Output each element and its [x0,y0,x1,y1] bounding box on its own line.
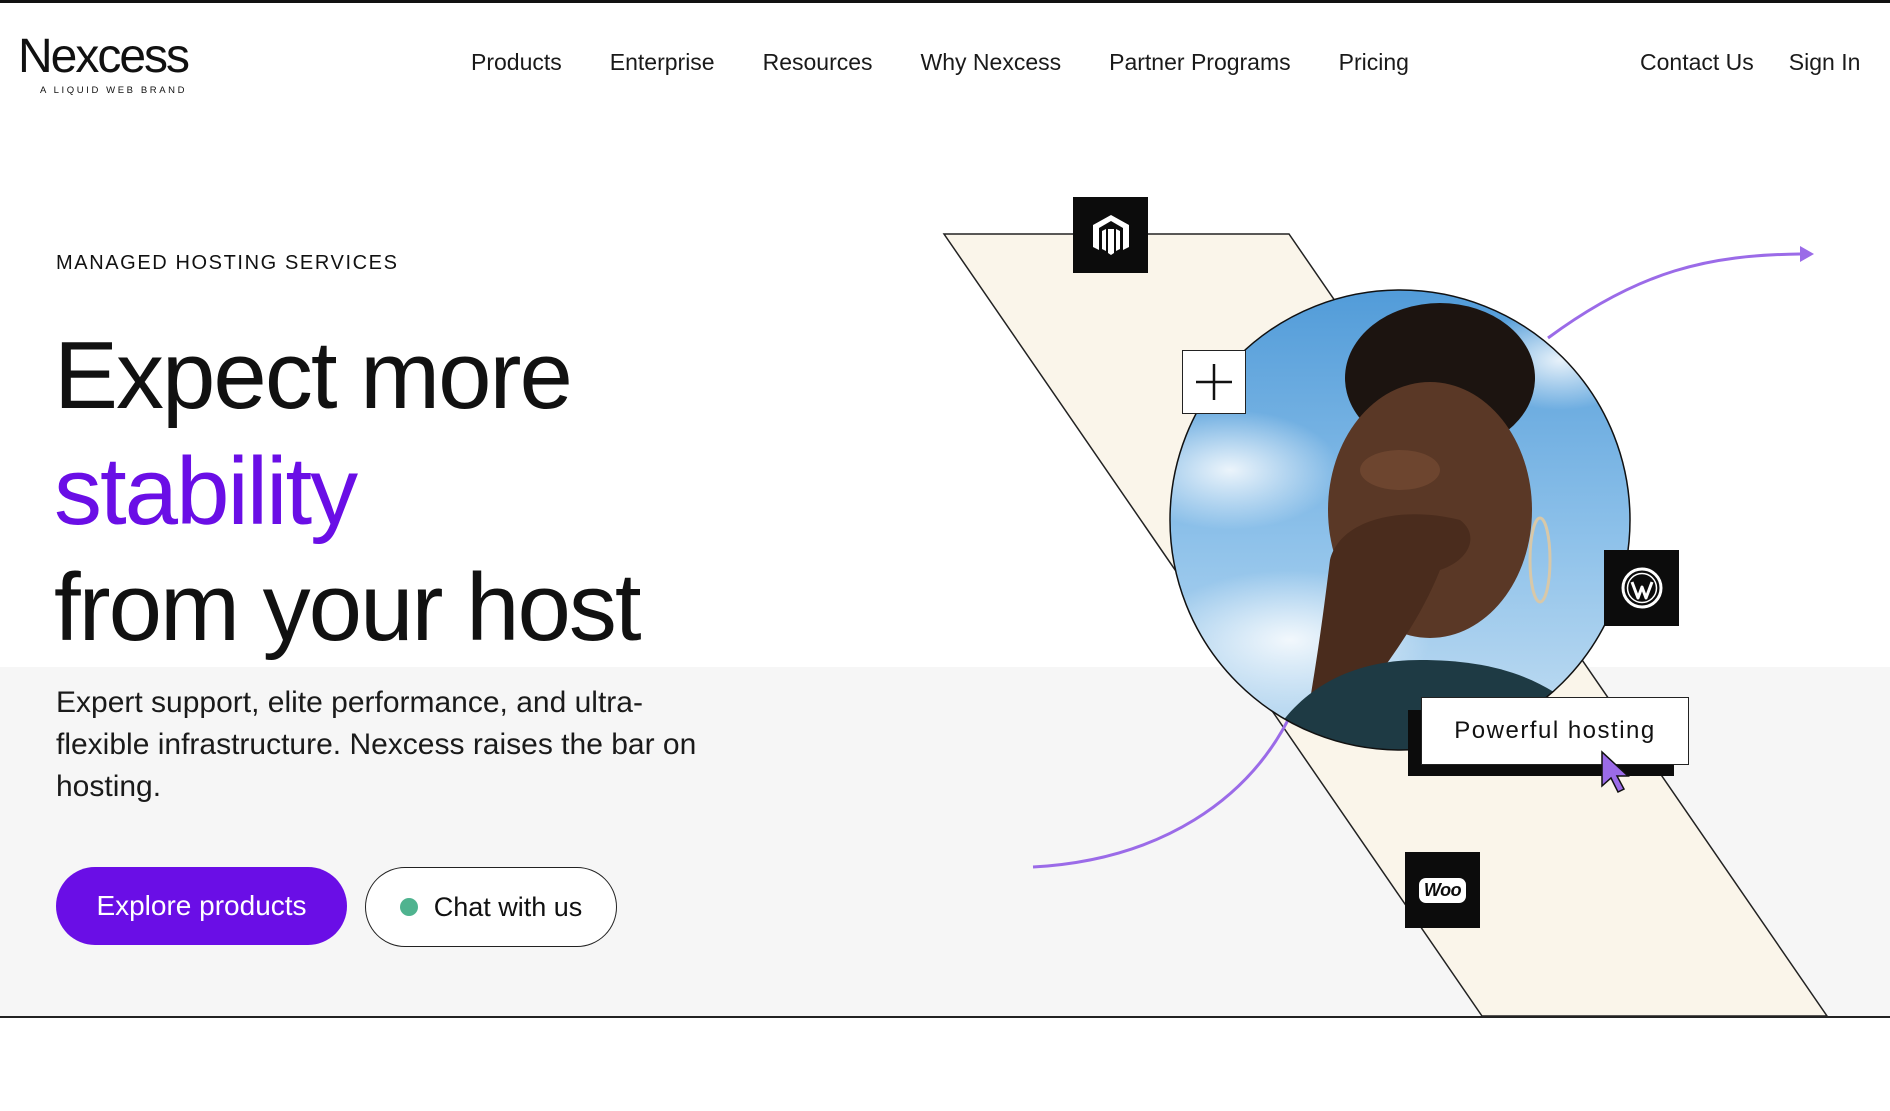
online-status-dot [399,898,418,916]
headline-accent: stability [54,438,358,545]
woocommerce-icon: Woo [1405,852,1480,928]
nav-resources[interactable]: Resources [763,49,873,76]
headline-line-1: Expect more [54,322,573,429]
arrow-head [1800,246,1814,262]
cursor-icon [1601,750,1630,794]
logo-wordmark: Nexcess [18,30,190,83]
explore-products-button[interactable]: Explore products [56,867,347,945]
nav-contact-us[interactable]: Contact Us [1640,49,1754,76]
nav-pricing[interactable]: Pricing [1339,49,1409,76]
nav-sign-in[interactable]: Sign In [1789,49,1861,76]
nav-partner-programs[interactable]: Partner Programs [1109,49,1291,76]
main-nav: Products Enterprise Resources Why Nexces… [471,49,1409,76]
powerful-hosting-badge: Powerful hosting [1421,697,1689,765]
plus-icon [1182,350,1246,414]
chat-button-label: Chat with us [433,891,583,922]
chat-with-us-button[interactable]: Chat with us [365,867,617,947]
hero-eyebrow: MANAGED HOSTING SERVICES [56,252,399,274]
hero-headline: Expect more stability from your host [54,318,642,666]
curve-top [1547,252,1801,340]
wordpress-icon [1604,550,1679,626]
utility-nav: Contact Us Sign In [1640,49,1860,76]
nav-products[interactable]: Products [471,49,562,76]
woo-label: Woo [1418,877,1467,903]
magento-icon [1073,197,1148,273]
hero-subtext: Expert support, elite performance, and u… [56,686,697,803]
nav-why-nexcess[interactable]: Why Nexcess [921,49,1062,76]
nav-enterprise[interactable]: Enterprise [610,49,715,76]
site-header: Nexcess A LIQUID WEB BRAND Products Ente… [0,3,1890,121]
logo-tagline: A LIQUID WEB BRAND [40,85,188,96]
section-divider [0,1016,1890,1018]
nexcess-logo[interactable]: Nexcess A LIQUID WEB BRAND [18,30,190,97]
headline-line-3: from your host [54,554,642,661]
